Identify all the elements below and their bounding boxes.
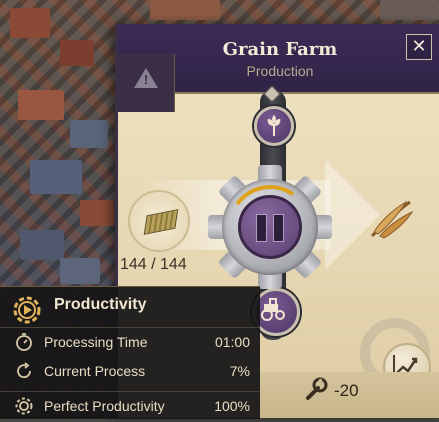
- production-gear: [208, 165, 332, 289]
- stat-value: 01:00: [214, 334, 250, 350]
- rooftop: [30, 160, 82, 194]
- stat-row-processing-time: Processing Time 01:00: [0, 327, 260, 358]
- stat-value: 100%: [214, 398, 250, 414]
- stat-label: Current Process: [44, 363, 146, 379]
- stat-value: 7%: [229, 363, 250, 379]
- input-hay-slot[interactable]: [128, 190, 190, 252]
- close-button[interactable]: ✕: [406, 34, 432, 60]
- hay-icon: [143, 209, 179, 235]
- rooftop: [10, 8, 50, 38]
- stat-row-current-process: Current Process 7%: [0, 357, 260, 387]
- pause-icon: [256, 214, 267, 242]
- warning-badge[interactable]: !: [118, 54, 175, 112]
- rooftop: [380, 0, 439, 20]
- grain-icon: [370, 200, 414, 239]
- upkeep-cost: -20: [334, 381, 359, 400]
- stat-label: Perfect Productivity: [44, 398, 165, 414]
- pause-button[interactable]: [238, 195, 302, 259]
- wrench-icon: [306, 377, 328, 400]
- input-stock-count: 144 / 144: [120, 256, 187, 273]
- clock-icon: [16, 333, 32, 351]
- rooftop: [150, 0, 220, 20]
- tractor-icon: [261, 298, 285, 321]
- rooftop: [70, 120, 108, 148]
- stat-label: Processing Time: [44, 334, 148, 350]
- rooftop: [60, 40, 94, 66]
- crop-node[interactable]: [254, 106, 294, 146]
- productivity-title: Productivity: [54, 296, 147, 313]
- productivity-tooltip: Productivity Processing Time 01:00 Curre…: [0, 286, 260, 419]
- gear-icon: [15, 397, 33, 415]
- sprout-icon: [267, 115, 281, 136]
- rooftop: [60, 258, 100, 284]
- stat-row-perfect-productivity: Perfect Productivity 100%: [0, 391, 260, 422]
- rooftop: [80, 200, 114, 226]
- rooftop: [20, 230, 64, 260]
- refresh-icon: [17, 362, 31, 379]
- productivity-gear-icon: [13, 296, 41, 324]
- rooftop: [18, 90, 64, 120]
